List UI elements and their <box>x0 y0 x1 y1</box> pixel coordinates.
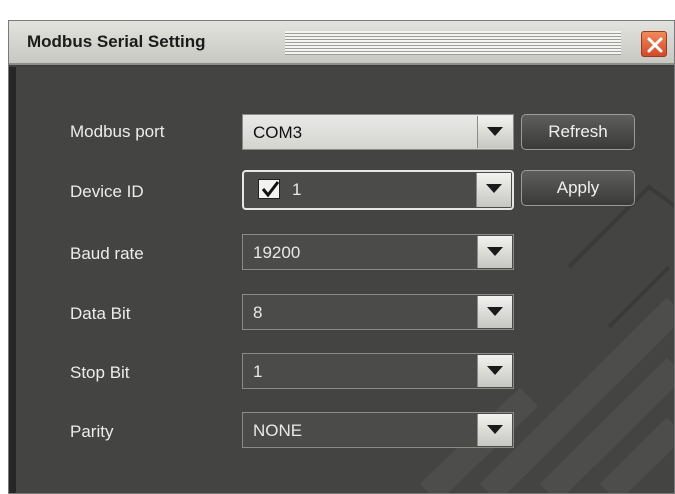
data-bit-select[interactable]: 8 <box>242 294 514 330</box>
dialog-title: Modbus Serial Setting <box>27 32 206 51</box>
baud-rate-label: Baud rate <box>70 244 144 263</box>
data-bit-dropdown-button[interactable] <box>477 296 512 328</box>
parity-dropdown-button[interactable] <box>477 414 512 446</box>
left-edge <box>9 67 16 493</box>
parity-select[interactable]: NONE <box>242 412 514 448</box>
chevron-down-icon <box>487 247 503 256</box>
close-button[interactable] <box>641 31 667 57</box>
modbus-port-dropdown-button[interactable] <box>477 116 512 148</box>
chevron-down-icon <box>487 366 503 375</box>
device-id-dropdown-button[interactable] <box>476 173 511 207</box>
settings-panel: Modbus port COM3 Refresh Device ID 1 App… <box>9 67 674 493</box>
data-bit-label: Data Bit <box>70 304 131 323</box>
device-id-select[interactable]: 1 <box>242 170 514 210</box>
stop-bit-value: 1 <box>253 362 263 381</box>
stop-bit-label: Stop Bit <box>70 363 130 382</box>
baud-rate-dropdown-button[interactable] <box>477 236 512 268</box>
device-id-label: Device ID <box>70 182 144 201</box>
chevron-down-icon <box>487 307 503 316</box>
apply-button[interactable]: Apply <box>521 170 635 206</box>
baud-rate-select[interactable]: 19200 <box>242 234 514 270</box>
stop-bit-select[interactable]: 1 <box>242 353 514 389</box>
title-bar[interactable]: Modbus Serial Setting <box>9 21 674 65</box>
parity-label: Parity <box>70 422 114 441</box>
chevron-down-icon <box>487 425 503 434</box>
data-bit-value: 8 <box>253 303 263 322</box>
device-id-value: 1 <box>292 180 302 199</box>
modbus-serial-setting-dialog: Modbus Serial Setting Modbus port COM3 R… <box>8 20 675 494</box>
modbus-port-label: Modbus port <box>70 122 165 141</box>
chevron-down-icon <box>486 184 502 193</box>
modbus-port-value: COM3 <box>253 123 303 142</box>
parity-value: NONE <box>253 421 303 440</box>
baud-rate-value: 19200 <box>253 243 301 262</box>
checkmark-icon <box>261 181 280 198</box>
refresh-button[interactable]: Refresh <box>521 114 635 150</box>
stop-bit-dropdown-button[interactable] <box>477 355 512 387</box>
modbus-port-select[interactable]: COM3 <box>242 114 514 150</box>
title-bar-grip <box>285 31 621 55</box>
close-icon <box>647 37 663 53</box>
device-id-checkbox[interactable] <box>258 179 280 199</box>
chevron-down-icon <box>487 127 503 136</box>
